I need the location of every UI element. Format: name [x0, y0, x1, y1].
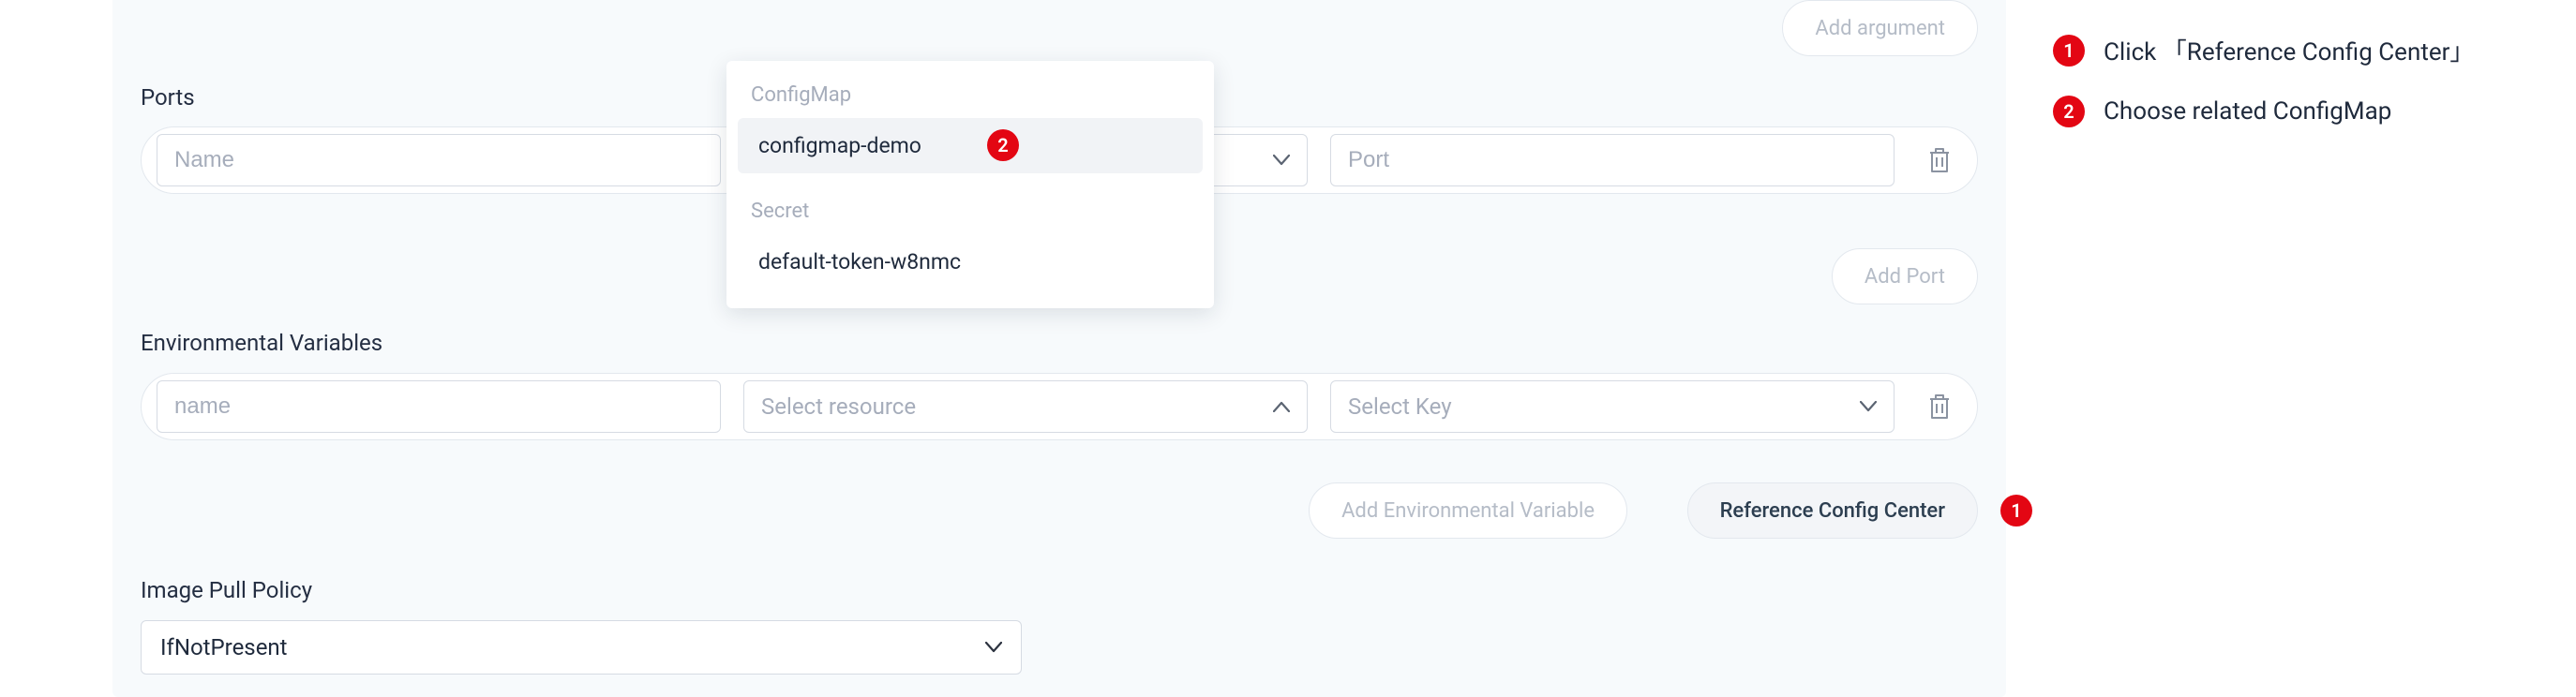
popover-item-default-token[interactable]: default-token-w8nmc [738, 234, 1203, 289]
chevron-down-icon [1273, 155, 1290, 166]
popover-item-label: default-token-w8nmc [758, 249, 961, 274]
step-badge-1: 1 [2000, 495, 2032, 526]
chevron-down-icon [1860, 401, 1877, 412]
image-pull-policy-value: IfNotPresent [160, 634, 288, 660]
delete-env-button[interactable] [1917, 384, 1962, 429]
env-row: Select resource Select Key [141, 373, 1978, 440]
image-pull-policy-select[interactable]: IfNotPresent [141, 620, 1022, 675]
env-resource-select[interactable]: Select resource [743, 380, 1308, 433]
chevron-down-icon [985, 642, 1002, 653]
step-badge-2: 2 [987, 129, 1019, 161]
env-section-label: Environmental Variables [141, 330, 382, 356]
port-name-field[interactable] [174, 147, 703, 173]
reference-config-center-button[interactable]: Reference Config Center [1687, 482, 1978, 539]
instruction-row-1: 1 Click 「Reference Config Center」 [2053, 33, 2559, 67]
instruction-text-2: Choose related ConfigMap [2104, 97, 2391, 126]
env-resource-placeholder: Select resource [761, 393, 916, 420]
trash-icon [1927, 146, 1952, 174]
image-pull-policy-label: Image Pull Policy [141, 577, 312, 603]
add-port-label: Add Port [1865, 265, 1945, 289]
env-key-placeholder: Select Key [1348, 393, 1452, 420]
add-env-variable-button[interactable]: Add Environmental Variable [1309, 482, 1627, 539]
instruction-row-2: 2 Choose related ConfigMap [2053, 96, 2559, 127]
popover-item-configmap-demo[interactable]: configmap-demo 2 [738, 118, 1203, 173]
env-name-field[interactable] [174, 393, 703, 420]
add-port-button[interactable]: Add Port [1832, 248, 1978, 304]
add-argument-label: Add argument [1815, 17, 1945, 40]
reference-config-center-label: Reference Config Center [1720, 499, 1945, 523]
port-name-input[interactable] [157, 134, 721, 186]
chevron-up-icon [1273, 401, 1290, 412]
form-panel: Add argument Ports Protocol [112, 0, 2006, 697]
ports-section-label: Ports [141, 84, 195, 111]
instructions-panel: 1 Click 「Reference Config Center」 2 Choo… [2053, 33, 2559, 156]
step-badge-1-copy: 1 [2053, 35, 2085, 67]
add-argument-button[interactable]: Add argument [1782, 0, 1978, 56]
port-number-input[interactable] [1330, 134, 1895, 186]
instruction-text-1: Click 「Reference Config Center」 [2104, 33, 2474, 67]
trash-icon [1927, 393, 1952, 421]
env-key-select[interactable]: Select Key [1330, 380, 1895, 433]
port-number-field[interactable] [1348, 147, 1877, 173]
add-env-variable-label: Add Environmental Variable [1341, 499, 1595, 523]
resource-dropdown-popover: ConfigMap configmap-demo 2 Secret defaul… [726, 61, 1214, 308]
step-badge-2-copy: 2 [2053, 96, 2085, 127]
env-name-input[interactable] [157, 380, 721, 433]
popover-group-secret-label: Secret [738, 190, 1203, 234]
delete-port-button[interactable] [1917, 138, 1962, 183]
popover-item-label: configmap-demo [758, 133, 921, 158]
popover-group-configmap-label: ConfigMap [738, 74, 1203, 118]
